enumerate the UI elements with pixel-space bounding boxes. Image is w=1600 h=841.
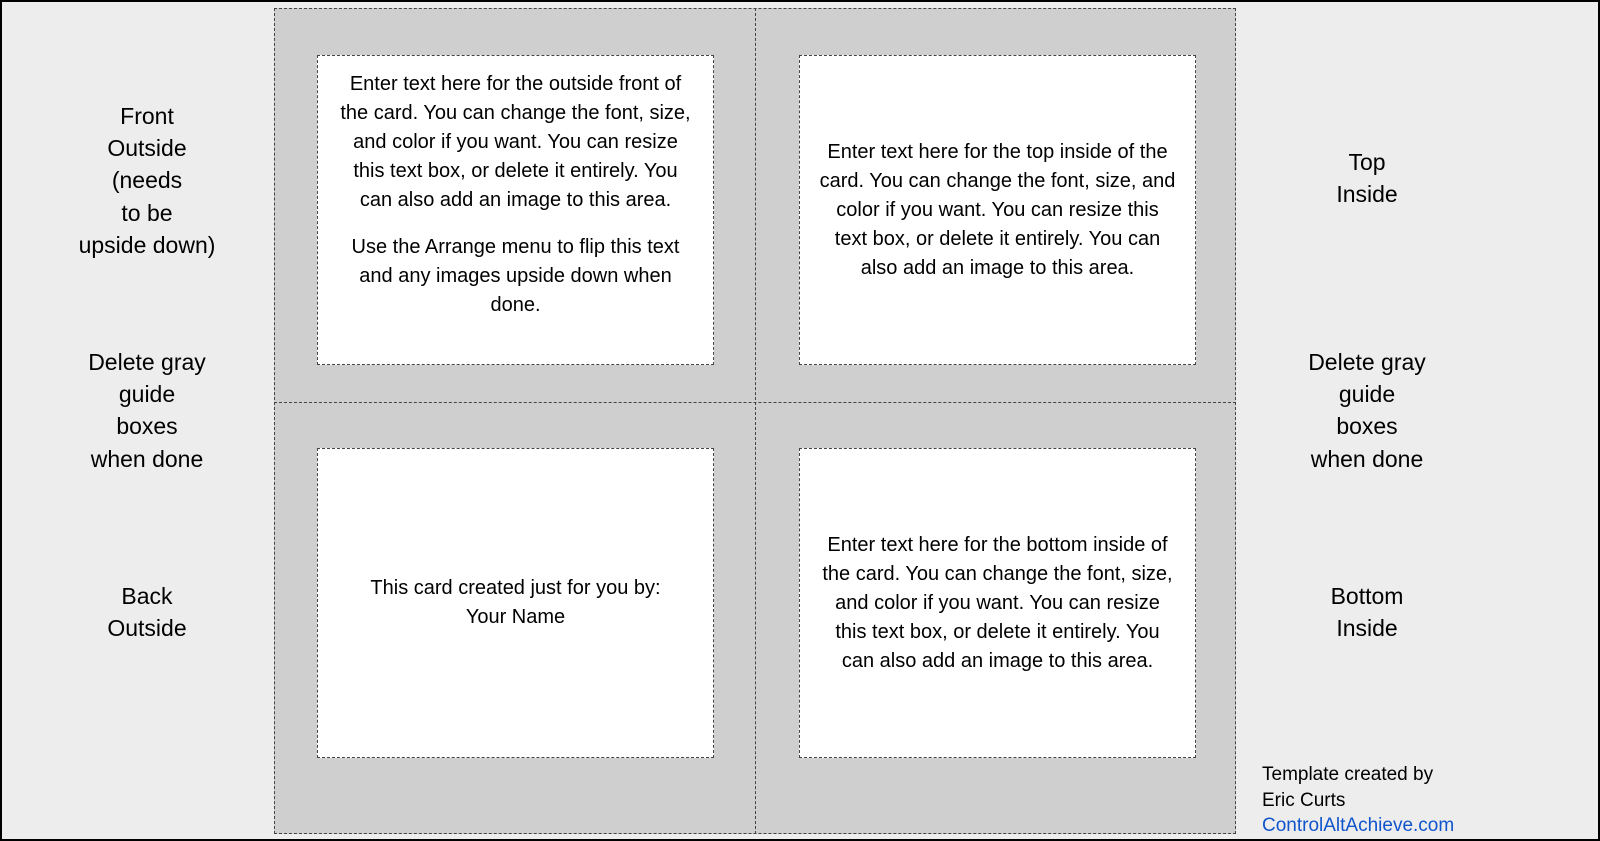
template-canvas: Enter text here for the outside front of…	[2, 2, 1598, 839]
label-front-outside: Front Outside (needs to be upside down)	[42, 100, 252, 261]
template-credit: Template created by Eric Curts ControlAl…	[1262, 762, 1454, 839]
textbox-front-outside[interactable]: Enter text here for the outside front of…	[317, 55, 714, 365]
spacer	[336, 215, 695, 233]
textbox-top-inside[interactable]: Enter text here for the top inside of th…	[799, 55, 1196, 365]
label-back-outside: Back Outside	[42, 580, 252, 644]
guide-fold-vertical	[755, 8, 756, 834]
textbox-line: Your Name	[336, 603, 695, 632]
textbox-paragraph: Enter text here for the outside front of…	[336, 70, 695, 215]
label-bottom-inside: Bottom Inside	[1262, 580, 1472, 644]
textbox-paragraph: Use the Arrange menu to flip this text a…	[336, 233, 695, 320]
textbox-paragraph: Enter text here for the top inside of th…	[818, 138, 1177, 283]
textbox-back-outside[interactable]: This card created just for you by: Your …	[317, 448, 714, 758]
label-delete-guide-left: Delete gray guide boxes when done	[42, 346, 252, 475]
credit-link[interactable]: ControlAltAchieve.com	[1262, 813, 1454, 839]
credit-line: Eric Curts	[1262, 788, 1454, 814]
credit-line: Template created by	[1262, 762, 1454, 788]
textbox-line: This card created just for you by:	[336, 574, 695, 603]
textbox-paragraph: Enter text here for the bottom inside of…	[818, 531, 1177, 676]
textbox-bottom-inside[interactable]: Enter text here for the bottom inside of…	[799, 448, 1196, 758]
label-delete-guide-right: Delete gray guide boxes when done	[1262, 346, 1472, 475]
label-top-inside: Top Inside	[1262, 146, 1472, 210]
